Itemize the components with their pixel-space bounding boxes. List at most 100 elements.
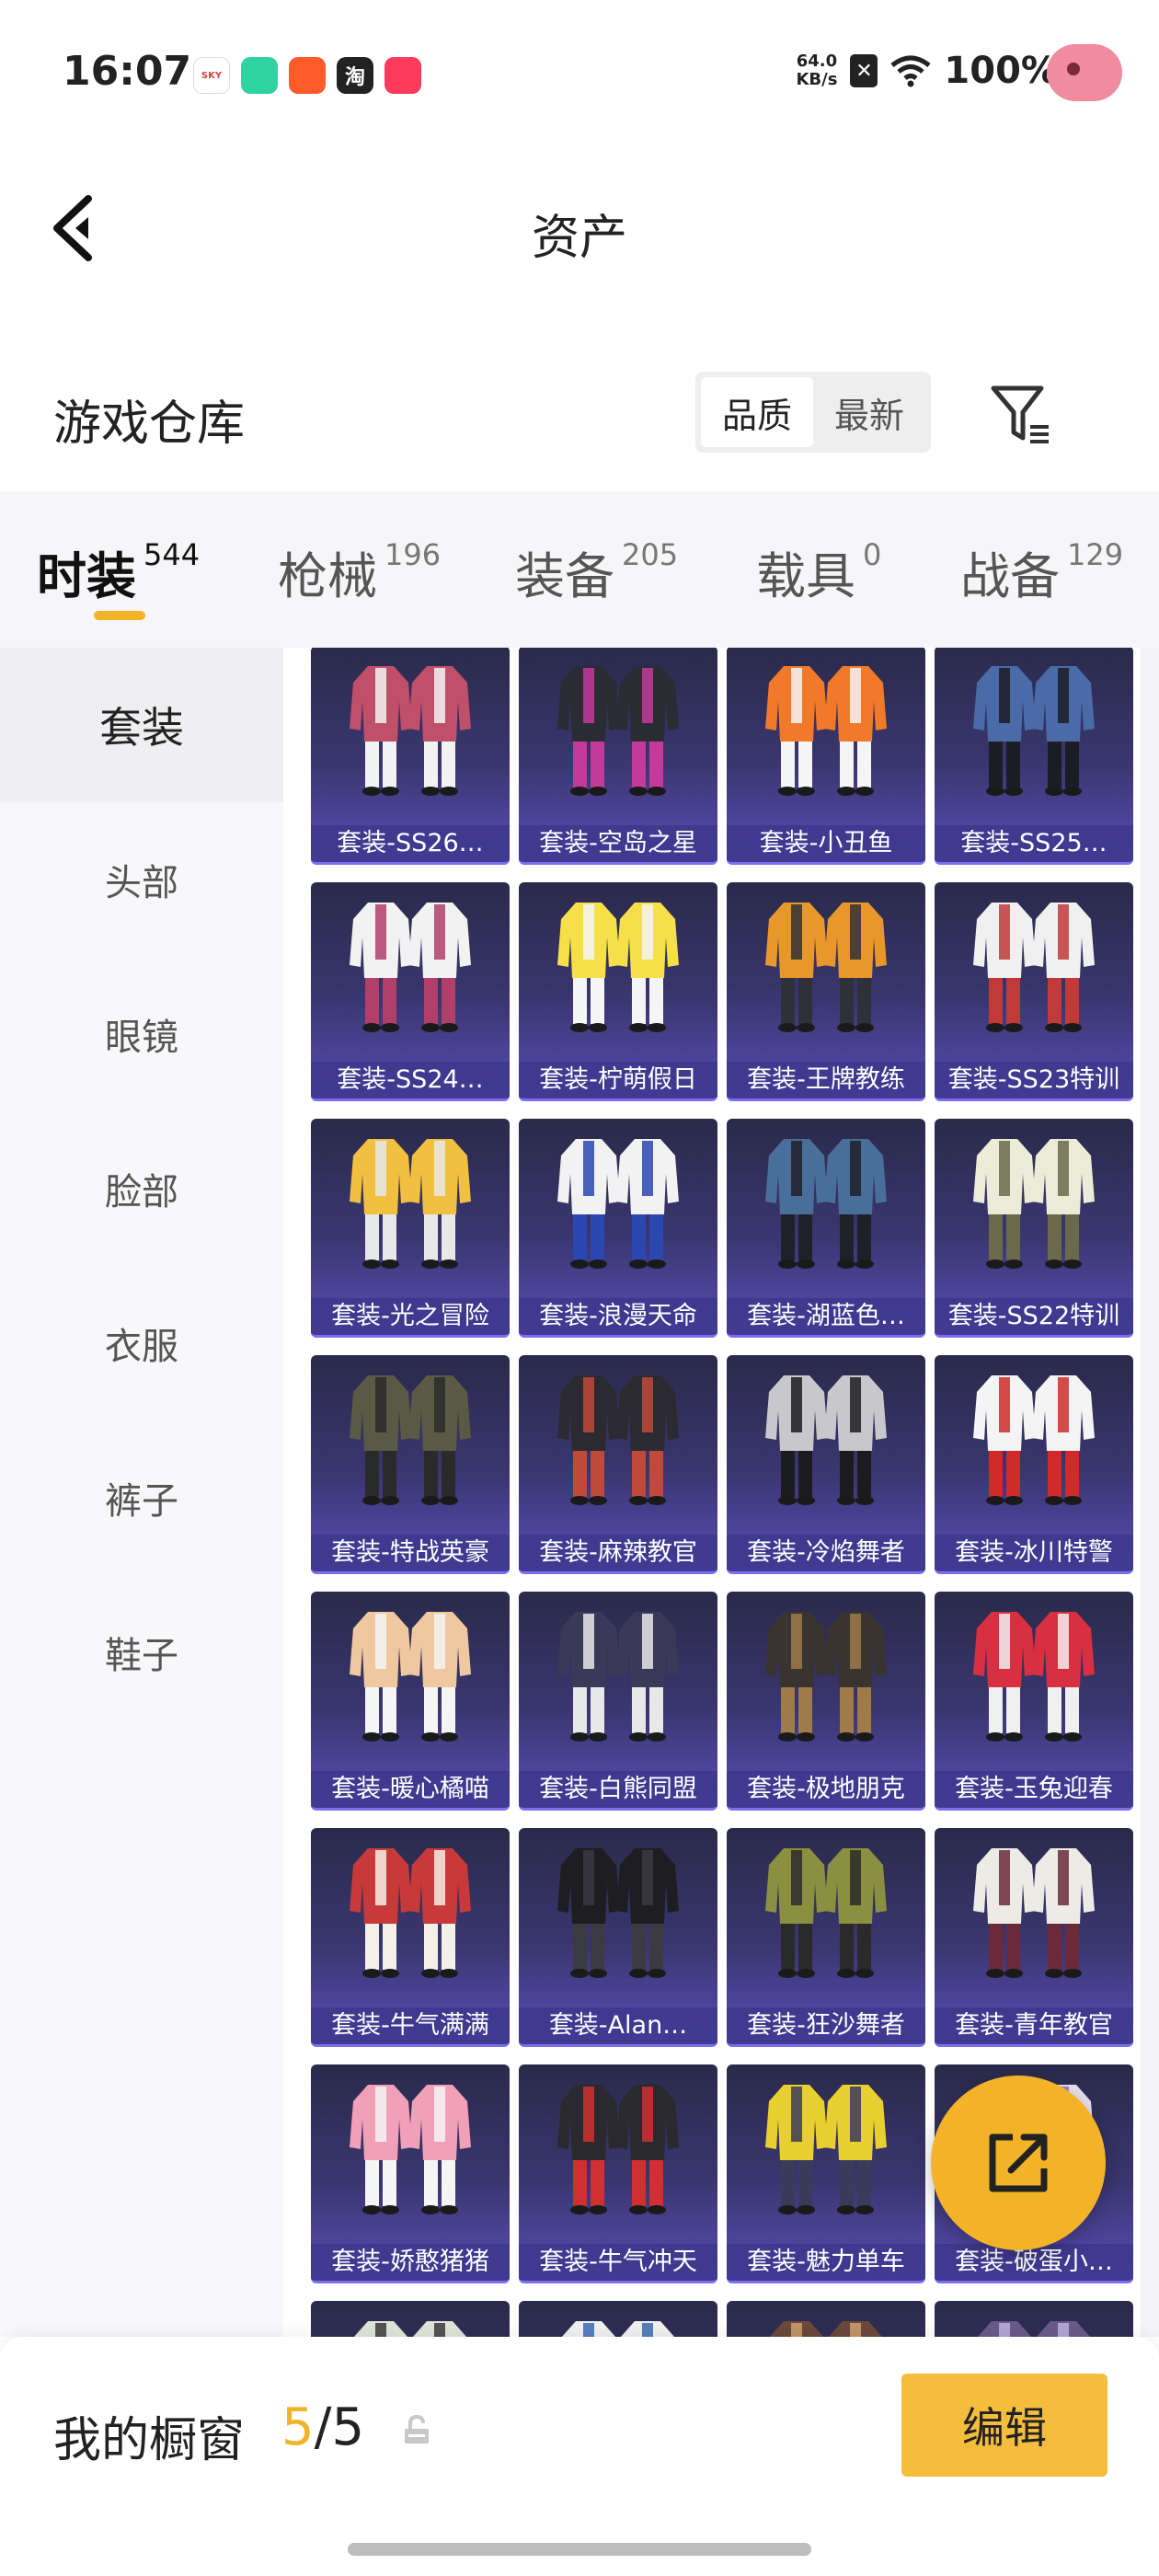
item-name: 套装-冷焰舞者 (727, 1535, 925, 1571)
outfit-image (973, 1612, 1095, 1742)
item-card[interactable]: 套装-湖蓝色… (727, 1119, 925, 1338)
outfit-image (350, 1139, 471, 1269)
section-title: 游戏仓库 (53, 397, 246, 452)
item-card[interactable]: 套装-SS24… (311, 882, 510, 1101)
item-card[interactable]: 套装-王牌教练 (727, 882, 925, 1101)
item-card[interactable]: 套装-冷焰舞者 (727, 1355, 925, 1574)
outfit-image (350, 1848, 471, 1978)
shield-app-icon (241, 57, 278, 94)
sim-off-icon: ✕ (850, 54, 878, 87)
item-card[interactable]: 套装-白熊同盟 (519, 1592, 717, 1811)
item-name: 套装-麻辣教官 (519, 1535, 717, 1571)
wifi-icon (890, 55, 931, 87)
sidebar-item-pants[interactable]: 裤子 (0, 1420, 283, 1575)
item-card[interactable] (519, 2301, 717, 2337)
outfit-image (765, 1375, 887, 1505)
page-title: 资产 (531, 211, 627, 266)
item-card[interactable]: 套装-青年教官 (935, 1828, 1133, 2047)
item-card[interactable]: 套装-牛气满满 (311, 1828, 510, 2047)
item-card[interactable]: 套装-空岛之星 (519, 648, 717, 865)
outfit-image (973, 1375, 1095, 1505)
sidebar-item-glasses[interactable]: 眼镜 (0, 957, 283, 1111)
item-card[interactable]: 套装-麻辣教官 (519, 1355, 717, 1574)
tab-count: 205 (622, 537, 679, 572)
taobao-app-icon: 淘 (337, 57, 373, 94)
item-name: 套装-冰川特警 (935, 1535, 1133, 1571)
sidebar-item-head[interactable]: 头部 (0, 802, 283, 957)
outfit-image (350, 1612, 471, 1742)
scroll-track (1141, 648, 1159, 2337)
item-card[interactable]: 套装-暖心橘喵 (311, 1592, 510, 1811)
item-card[interactable] (311, 2301, 510, 2337)
lock-icon (405, 2414, 429, 2444)
edit-button[interactable]: 编辑 (901, 2374, 1107, 2477)
item-card[interactable]: 套装-SS22特训 (935, 1119, 1133, 1338)
sort-toggle: 品质 最新 (695, 372, 931, 453)
item-card[interactable]: 套装-光之冒险 (311, 1119, 510, 1338)
item-card[interactable]: 套装-特战英豪 (311, 1355, 510, 1574)
tab-fashion[interactable]: 时装 544 (37, 535, 200, 608)
outfit-image (557, 2085, 679, 2214)
outfit-image (557, 666, 679, 796)
home-indicator[interactable] (348, 2543, 811, 2556)
filter-button[interactable] (988, 381, 1054, 447)
item-card[interactable]: 套装-狂沙舞者 (727, 1828, 925, 2047)
sidebar-item-suits[interactable]: 套装 (0, 648, 283, 802)
item-name: 套装-SS24… (311, 1062, 510, 1098)
item-name: 套装-暖心橘喵 (311, 1771, 510, 1808)
item-name: 套装-狂沙舞者 (727, 2007, 925, 2044)
status-bar: 16:07 SKY 淘 64.0 KB/s ✕ 100% (0, 0, 1159, 147)
filter-icon (991, 385, 1049, 443)
showcase-separator: / (314, 2398, 332, 2457)
sort-quality-option[interactable]: 品质 (701, 377, 813, 447)
outfit-image (765, 1612, 887, 1742)
outfit-image (765, 1848, 887, 1978)
item-card[interactable] (935, 2301, 1133, 2337)
active-tab-indicator (94, 611, 145, 620)
outfit-image (973, 666, 1095, 796)
item-card[interactable]: 套装-SS25… (935, 648, 1133, 865)
item-card[interactable]: 套装-浪漫天命 (519, 1119, 717, 1338)
share-button[interactable] (931, 2076, 1106, 2250)
outfit-image (765, 1139, 887, 1269)
showcase-count: 5/5 (281, 2398, 364, 2457)
tab-vehicles[interactable]: 载具 0 (756, 535, 881, 608)
outfit-image (350, 2085, 471, 2214)
item-card[interactable]: 套装-玉兔迎春 (935, 1592, 1133, 1811)
showcase-current: 5 (281, 2398, 315, 2457)
item-name: 套装-SS25… (935, 825, 1133, 862)
item-card[interactable] (727, 2301, 925, 2337)
item-name: 套装-SS22特训 (935, 1298, 1133, 1335)
sidebar-item-clothes[interactable]: 衣服 (0, 1266, 283, 1420)
sort-latest-option[interactable]: 最新 (813, 377, 925, 447)
item-name: 套装-玉兔迎春 (935, 1771, 1133, 1808)
category-tabs: 时装 544 枪械 196 装备 205 载具 0 战备 129 (0, 491, 1159, 648)
net-speed: 64.0 KB/s (796, 52, 838, 89)
item-card[interactable]: 套装-小丑鱼 (727, 648, 925, 865)
tab-weapons[interactable]: 枪械 196 (278, 535, 441, 608)
tab-equipment[interactable]: 装备 205 (515, 535, 678, 608)
avatar[interactable] (1047, 44, 1122, 101)
item-name: 套装-SS23特训 (935, 1062, 1133, 1098)
outfit-image (973, 1139, 1095, 1269)
item-card[interactable]: 套装-SS23特训 (935, 882, 1133, 1101)
item-card[interactable]: 套装-Alan… (519, 1828, 717, 2047)
tab-supplies[interactable]: 战备 129 (960, 535, 1123, 608)
item-card[interactable]: 套装-极地朋克 (727, 1592, 925, 1811)
item-card[interactable]: 套装-娇憨猪猪 (311, 2064, 510, 2283)
item-card[interactable]: 套装-SS26… (311, 648, 510, 865)
item-name: 套装-SS26… (311, 825, 510, 862)
notification-icons: SKY 淘 (193, 57, 421, 94)
item-name: 套装-柠萌假日 (519, 1062, 717, 1098)
item-card[interactable]: 套装-魅力单车 (727, 2064, 925, 2283)
outfit-image (557, 1848, 679, 1978)
item-card[interactable]: 套装-冰川特警 (935, 1355, 1133, 1574)
share-icon (989, 2133, 1048, 2192)
item-card[interactable]: 套装-柠萌假日 (519, 882, 717, 1101)
sidebar-item-shoes[interactable]: 鞋子 (0, 1575, 283, 1730)
item-name: 套装-牛气满满 (311, 2007, 510, 2044)
item-name: 套装-特战英豪 (311, 1535, 510, 1571)
sidebar-item-face[interactable]: 脸部 (0, 1111, 283, 1266)
item-card[interactable]: 套装-牛气冲天 (519, 2064, 717, 2283)
tab-label: 战备 (960, 547, 1060, 605)
